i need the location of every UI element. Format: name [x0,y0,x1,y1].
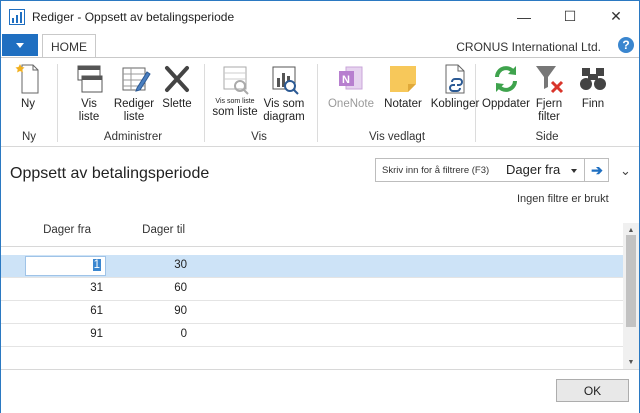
show-as-list-label-1: Vis som liste [215,98,255,105]
group-separator [204,64,205,142]
company-name: CRONUS International Ltd. [456,40,601,54]
column-header-dager-til[interactable]: Dager til [121,224,185,236]
dager-til-value[interactable]: 90 [121,305,187,317]
edit-list-icon [122,67,151,92]
app-menu-button[interactable] [2,34,38,56]
onenote-icon: N [339,66,363,90]
group-label-vis: Vis [251,131,267,143]
group-separator [475,64,476,142]
maximize-icon: ☐ [563,8,577,24]
title-bar[interactable]: Rediger - Oppsett av betalingsperiode — … [1,1,639,33]
tab-home[interactable]: HOME [42,34,96,58]
ok-button[interactable]: OK [556,379,629,402]
window-title: Rediger - Oppsett av betalingsperiode [32,10,235,24]
new-label: Ny [20,98,36,110]
refresh-label: Oppdater [482,98,530,110]
view-list-label-2: liste [78,111,100,123]
notes-label: Notater [384,98,422,110]
refresh-icon [495,66,517,92]
table-row[interactable]: 61 90 [1,301,623,324]
show-as-chart-icon [272,66,299,95]
group-label-ny: Ny [21,131,37,143]
find-label: Finn [581,98,605,110]
edit-list-button[interactable]: Rediger liste [113,62,155,124]
table-row[interactable]: 91 0 [1,324,623,347]
dialog-footer: OK [1,369,639,413]
minimize-icon: — [517,8,531,25]
group-separator [317,64,318,142]
links-label: Koblinger [430,98,480,110]
binoculars-icon [580,68,606,90]
view-list-label-1: Vis [81,98,97,110]
dager-til-value[interactable]: 60 [121,282,187,294]
view-list-button[interactable]: Vis liste [71,62,107,124]
svg-text:N: N [342,74,350,86]
ribbon-tab-bar: HOME CRONUS International Ltd. ? [1,33,639,58]
show-as-chart-button[interactable]: Vis som diagram [261,62,307,124]
delete-label: Slette [162,98,192,110]
show-as-list-icon [223,66,249,95]
view-list-icon [77,65,103,93]
app-logo-icon [9,9,25,25]
refresh-button[interactable]: Oppdater [482,62,530,111]
close-button[interactable]: ✕ [593,1,639,32]
onenote-label: OneNote [327,98,375,110]
dager-til-value[interactable]: 30 [121,259,187,271]
new-button[interactable]: Ny [13,62,43,111]
group-label-side: Side [535,131,559,143]
show-as-chart-label-2: diagram [263,111,305,123]
column-header-dager-fra[interactable]: Dager fra [31,224,91,236]
group-separator [57,64,58,142]
edit-list-label-1: Rediger [113,98,155,110]
sticky-note-icon [390,66,416,92]
scroll-down-icon[interactable]: ▼ [623,355,639,369]
dager-fra-value[interactable]: 91 [25,328,103,340]
minimize-button[interactable]: — [501,1,547,32]
link-document-icon [445,64,465,94]
show-as-chart-label-1: Vis som [263,98,305,110]
delete-x-icon [165,66,189,92]
dager-fra-edit-cell[interactable]: 1 [25,256,106,276]
grid-header: Dager fra Dager til [1,223,623,247]
clear-filter-icon [536,66,564,94]
close-icon: ✕ [610,8,622,24]
show-as-list-button[interactable]: Vis som liste som liste [211,62,259,119]
dager-til-value[interactable]: 0 [121,328,187,340]
arrow-right-icon: ➔ [591,161,603,178]
notes-button[interactable]: Notater [383,62,423,111]
help-icon[interactable]: ? [618,37,634,53]
filter-input[interactable]: Skriv inn for å filtrere (F3) [382,165,489,176]
group-label-administrer: Administrer [103,131,163,143]
filter-field-select[interactable]: Dager fra [506,162,560,177]
clear-filter-label-2: filter [538,111,560,123]
scrollbar-thumb[interactable] [626,235,636,327]
find-button[interactable]: Finn [577,62,609,111]
delete-button[interactable]: Slette [160,62,194,111]
new-document-icon [15,64,39,94]
ribbon: Ny Ny Vis liste Rediger liste Slette Adm… [1,57,639,147]
collapse-chevron-icon[interactable]: ⌄ [620,163,631,179]
vertical-scrollbar[interactable]: ▲ ▼ [623,223,639,369]
edit-list-label-2: liste [123,111,145,123]
dialog-window: Rediger - Oppsett av betalingsperiode — … [0,0,640,413]
links-button[interactable]: Koblinger [429,62,481,111]
chevron-down-icon[interactable] [571,169,577,173]
show-as-list-label-2: som liste [212,106,258,118]
group-label-vis-vedlagt: Vis vedlagt [368,131,426,143]
onenote-button[interactable]: N OneNote [325,62,377,111]
dager-fra-value[interactable]: 31 [25,282,103,294]
dager-fra-value[interactable]: 61 [25,305,103,317]
dropdown-arrow-icon [16,42,24,48]
dager-fra-value: 1 [92,259,101,271]
apply-filter-button[interactable]: ➔ [584,159,609,181]
filter-box[interactable]: Skriv inn for å filtrere (F3) Dager fra … [375,158,609,182]
filter-status-text: Ingen filtre er brukt [517,193,609,205]
page-title: Oppsett av betalingsperiode [10,165,210,182]
table-row[interactable]: 31 60 [1,278,623,301]
table-row[interactable]: 1 30 [1,255,623,278]
clear-filter-label-1: Fjern [535,98,563,110]
maximize-button[interactable]: ☐ [547,1,593,32]
clear-filter-button[interactable]: Fjern filter [531,62,567,124]
